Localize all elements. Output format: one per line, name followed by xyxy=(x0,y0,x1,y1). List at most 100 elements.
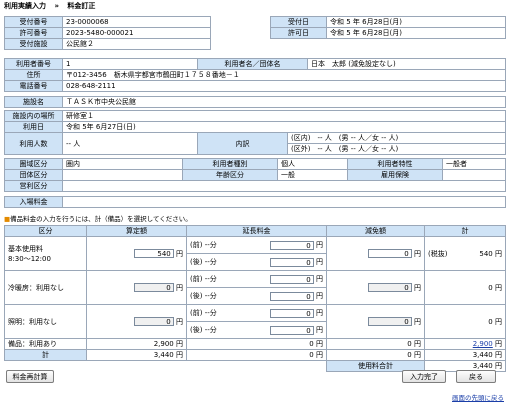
after-label: (後) xyxy=(190,258,203,266)
yen-label: 円 xyxy=(316,275,323,283)
lighting-ext-before-input[interactable]: 0 xyxy=(269,308,314,318)
yen-label: 円 xyxy=(495,351,502,359)
complete-button[interactable]: 入力完了 xyxy=(402,370,446,383)
yen-label: 円 xyxy=(495,283,502,292)
yen-label: 円 xyxy=(176,340,183,348)
back-button[interactable]: 戻る xyxy=(456,370,496,383)
yen-label: 円 xyxy=(414,283,421,292)
age-label: 年齢区分 xyxy=(182,169,278,181)
sum-label: 計 xyxy=(4,349,87,361)
age: 一般 xyxy=(277,169,348,181)
lighting-calc-input[interactable]: 0 xyxy=(133,317,174,326)
phone-label: 電話番号 xyxy=(4,80,63,92)
facility-table: 施設名 ＴＡＳＫ市中央公民館 xyxy=(4,96,506,108)
yen-label: 円 xyxy=(316,241,323,249)
lighting-ext-after-input[interactable]: 0 xyxy=(269,325,314,335)
basic-calc-input[interactable]: 540 xyxy=(133,249,174,258)
yen-label: 円 xyxy=(495,249,502,258)
aircon-ext-after-input[interactable]: 0 xyxy=(269,291,314,301)
facility-name: ＴＡＳＫ市中央公民館 xyxy=(62,96,506,108)
yen-label: 円 xyxy=(495,362,502,370)
sum-reduction: 0 xyxy=(407,351,412,359)
fee-header-category: 区分 xyxy=(4,225,87,237)
yen-label: 円 xyxy=(316,309,323,317)
employment xyxy=(442,169,506,181)
employment-label: 雇用保険 xyxy=(347,169,443,181)
place-label: 施設内の場所 xyxy=(4,110,63,122)
permit-date: 令和 5 年 6月28日(月) xyxy=(326,27,506,39)
yen-label: 円 xyxy=(414,317,421,326)
fee-header-reduction: 減免額 xyxy=(326,225,425,237)
fee-time: 8:30～12:00 xyxy=(8,254,51,263)
area: 圏内 xyxy=(62,158,183,170)
basic-reduction-input[interactable]: 0 xyxy=(367,249,412,258)
equipment-ext: 0 xyxy=(309,340,314,348)
deposit-value xyxy=(62,196,506,208)
profit-label: 営利区分 xyxy=(4,180,63,192)
equipment-note: ■備品料金の入力を行うには、計（備品）を選択してください。 xyxy=(4,213,192,223)
back-to-top-link[interactable]: 画面の先頭に戻る xyxy=(452,392,504,402)
breadcrumb-parent: 利用実績入力 xyxy=(4,2,46,10)
group-label: 団体区分 xyxy=(4,169,63,181)
yen-label: 円 xyxy=(176,283,183,292)
before-label: (前) xyxy=(190,275,203,283)
after-label: (後) xyxy=(190,326,203,334)
lighting-reduction-input[interactable]: 0 xyxy=(367,317,412,326)
yen-label: 円 xyxy=(176,249,183,258)
minutes-label: --分 xyxy=(204,292,217,300)
use-date: 令和 5年 6月27日(日) xyxy=(62,121,506,133)
permit-no-label: 許可番号 xyxy=(4,27,63,39)
fee-table: 区分 算定額 延長料金 減免額 計 基本使用料 8:30～12:00 540 円… xyxy=(4,225,506,372)
breadcrumb-separator: » xyxy=(54,2,59,10)
minutes-label: --分 xyxy=(204,309,217,317)
accept-date-label: 受付日 xyxy=(270,16,327,28)
basic-total: 540 xyxy=(479,249,493,258)
aircon-calc-input[interactable]: 0 xyxy=(133,283,174,292)
detail-label: 内訳 xyxy=(197,132,288,155)
recalculate-button[interactable]: 料金再計算 xyxy=(6,370,54,383)
basic-ext-after-input[interactable]: 0 xyxy=(269,257,314,267)
yen-label: 円 xyxy=(414,249,421,258)
fee-row-basic: 基本使用料 8:30～12:00 xyxy=(4,236,87,271)
accept-date: 令和 5 年 6月28日(月) xyxy=(326,16,506,28)
deposit-table: 入場料金 xyxy=(4,196,506,208)
yen-label: 円 xyxy=(316,258,323,266)
fee-row-aircon: 冷暖房：利用なし xyxy=(4,270,87,305)
breadcrumb-current: 料金訂正 xyxy=(67,2,96,10)
equipment-reduction: 0 xyxy=(407,340,412,348)
user-table: 利用者番号 1 利用者名／団体名 日本 太郎 (減免設定なし) 住所 〒012-… xyxy=(4,58,506,92)
class-table: 圏域区分 圏内 利用者種別 個人 利用者特性 一般者 団体区分 年齢区分 一般 … xyxy=(4,158,506,192)
count: -- 人 xyxy=(62,132,198,155)
aircon-reduction-input[interactable]: 0 xyxy=(367,283,412,292)
minutes-label: --分 xyxy=(204,258,217,266)
before-label: (前) xyxy=(190,309,203,317)
permit-date-label: 許可日 xyxy=(270,27,327,39)
count-label: 利用人数 xyxy=(4,132,63,155)
accept-no: 23-0000068 xyxy=(62,16,211,28)
basic-ext-before-input[interactable]: 0 xyxy=(269,240,314,250)
yen-label: 円 xyxy=(176,351,183,359)
profit xyxy=(62,180,506,192)
note-text: 備品料金の入力を行うには、計（備品）を選択してください。 xyxy=(10,215,192,223)
kind-label: 利用者種別 xyxy=(182,158,278,170)
equipment-total-link[interactable]: 2,900 xyxy=(473,340,493,348)
before-label: (前) xyxy=(190,241,203,249)
breadcrumb: 利用実績入力 » 料金訂正 xyxy=(4,1,95,11)
yen-label: 円 xyxy=(414,351,421,359)
minutes-label: --分 xyxy=(204,326,217,334)
minutes-label: --分 xyxy=(204,275,217,283)
aircon-ext-before-input[interactable]: 0 xyxy=(269,274,314,284)
address: 〒012-3456 栃木県宇都宮市鶴田町１７５８番地－１ xyxy=(62,69,506,81)
permit-no: 2023-5480-000021 xyxy=(62,27,211,39)
yen-label: 円 xyxy=(176,317,183,326)
aircon-total: 0 xyxy=(488,283,493,292)
user-no: 1 xyxy=(62,58,198,70)
fee-header-extension: 延長料金 xyxy=(186,225,327,237)
lighting-total: 0 xyxy=(488,317,493,326)
yen-label: 円 xyxy=(316,340,323,348)
facility-name-label: 施設名 xyxy=(4,96,63,108)
attr-label: 利用者特性 xyxy=(347,158,443,170)
phone: 028-648-2111 xyxy=(62,80,506,92)
area-label: 圏域区分 xyxy=(4,158,63,170)
deposit-label: 入場料金 xyxy=(4,196,63,208)
